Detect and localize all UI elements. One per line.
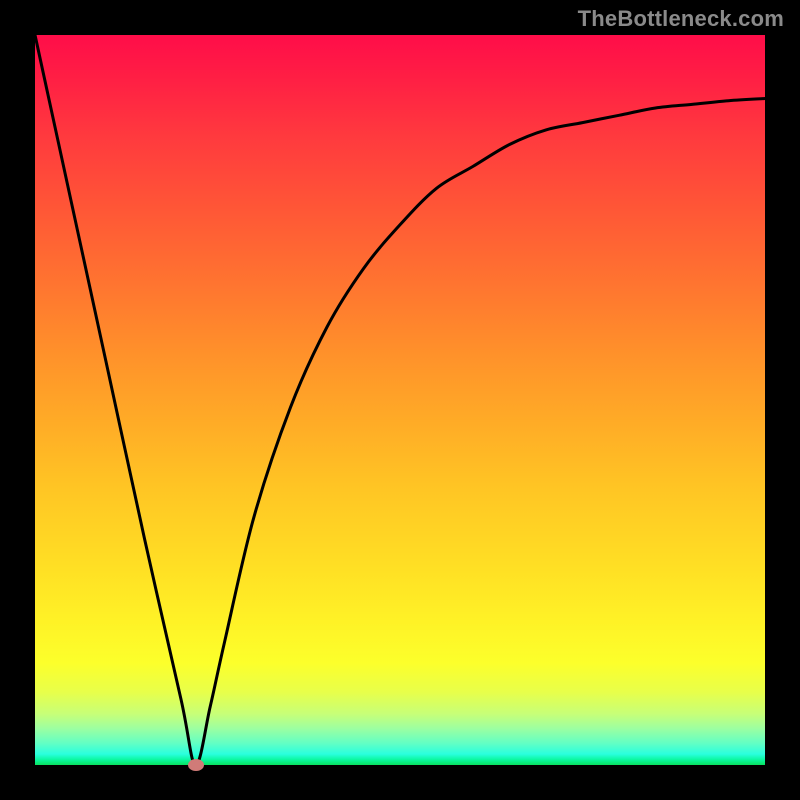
bottleneck-curve bbox=[35, 35, 765, 765]
optimal-point-marker bbox=[188, 759, 204, 771]
plot-area bbox=[35, 35, 765, 765]
watermark-text: TheBottleneck.com bbox=[578, 6, 784, 32]
curve-layer bbox=[35, 35, 765, 765]
chart-frame: TheBottleneck.com bbox=[0, 0, 800, 800]
